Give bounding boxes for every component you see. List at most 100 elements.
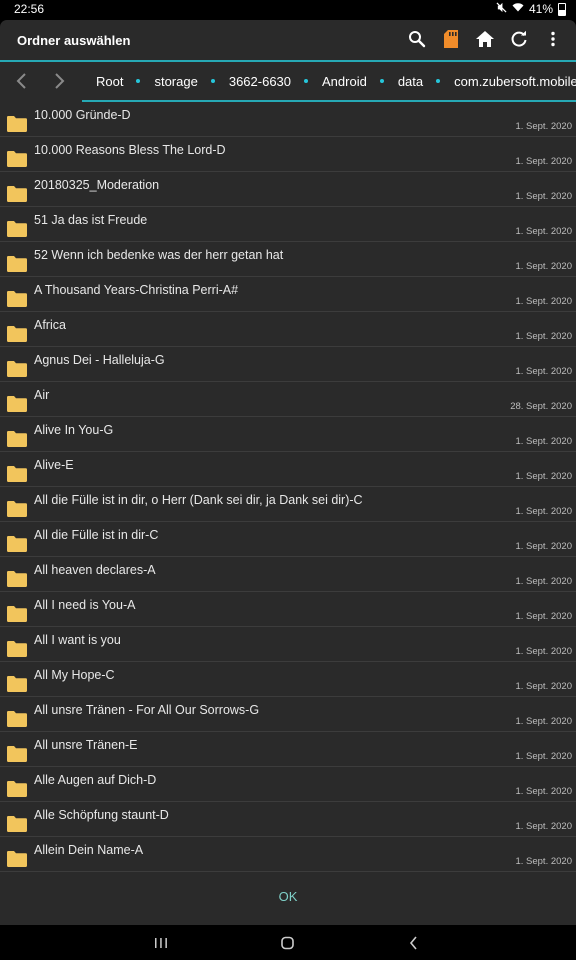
list-item[interactable]: All I want is you 1. Sept. 2020 — [0, 627, 576, 662]
folder-picker-dialog: Ordner auswählen Root storage 3662-6630 … — [0, 20, 576, 925]
list-item[interactable]: Agnus Dei - Halleluja-G 1. Sept. 2020 — [0, 347, 576, 382]
folder-name: 52 Wenn ich bedenke was der herr getan h… — [34, 248, 284, 262]
recent-apps-icon[interactable] — [151, 933, 171, 953]
folder-date: 1. Sept. 2020 — [515, 751, 572, 762]
folder-date: 1. Sept. 2020 — [515, 576, 572, 587]
more-vert-icon[interactable] — [542, 28, 564, 50]
folder-icon — [6, 465, 28, 487]
list-item[interactable]: All heaven declares-A 1. Sept. 2020 — [0, 557, 576, 592]
list-item[interactable]: Africa 1. Sept. 2020 — [0, 312, 576, 347]
folder-icon — [6, 430, 28, 452]
folder-name: All die Fülle ist in dir-C — [34, 528, 159, 542]
list-item[interactable]: All unsre Tränen-E 1. Sept. 2020 — [0, 732, 576, 767]
list-item[interactable]: 10.000 Reasons Bless The Lord-D 1. Sept. … — [0, 137, 576, 172]
folder-icon — [6, 115, 28, 137]
list-item[interactable]: Alive-E 1. Sept. 2020 — [0, 452, 576, 487]
status-time: 22:56 — [14, 2, 45, 16]
back-button-icon[interactable] — [404, 933, 424, 953]
list-item[interactable]: Air 28. Sept. 2020 — [0, 382, 576, 417]
folder-icon — [6, 710, 28, 732]
folder-icon — [6, 535, 28, 557]
list-item[interactable]: All unsre Tränen - For All Our Sorrows-G… — [0, 697, 576, 732]
folder-name: All heaven declares-A — [34, 563, 156, 577]
breadcrumb-sd-card[interactable]: 3662-6630 — [215, 74, 304, 89]
path-bar: Root storage 3662-6630 Android data com.… — [0, 62, 576, 102]
breadcrumb: Root storage 3662-6630 Android data com.… — [82, 62, 576, 102]
folder-icon — [6, 850, 28, 872]
list-item[interactable]: Allein Dein Name-A 1. Sept. 2020 — [0, 837, 576, 872]
folder-date: 1. Sept. 2020 — [515, 191, 572, 202]
breadcrumb-storage[interactable]: storage — [140, 74, 210, 89]
folder-name: All My Hope-C — [34, 668, 115, 682]
folder-icon — [6, 255, 28, 277]
folder-date: 1. Sept. 2020 — [515, 471, 572, 482]
list-item[interactable]: All die Fülle ist in dir-C 1. Sept. 2020 — [0, 522, 576, 557]
folder-icon — [6, 360, 28, 382]
folder-date: 1. Sept. 2020 — [515, 366, 572, 377]
list-item[interactable]: Alive In You-G 1. Sept. 2020 — [0, 417, 576, 452]
list-item[interactable]: All My Hope-C 1. Sept. 2020 — [0, 662, 576, 697]
breadcrumb-android[interactable]: Android — [308, 74, 380, 89]
folder-date: 1. Sept. 2020 — [515, 821, 572, 832]
list-item[interactable]: All die Fülle ist in dir, o Herr (Dank s… — [0, 487, 576, 522]
folder-name: 20180325_Moderation — [34, 178, 160, 192]
folder-date: 1. Sept. 2020 — [515, 786, 572, 797]
folder-icon — [6, 395, 28, 417]
system-nav-bar — [0, 925, 576, 960]
folder-icon — [6, 815, 28, 837]
wifi-icon — [512, 2, 524, 16]
folder-icon — [6, 220, 28, 242]
dialog-header: Ordner auswählen — [0, 20, 576, 60]
folder-date: 1. Sept. 2020 — [515, 156, 572, 167]
folder-date: 1. Sept. 2020 — [515, 856, 572, 867]
folder-date: 1. Sept. 2020 — [515, 541, 572, 552]
list-item[interactable]: 20180325_Moderation 1. Sept. 2020 — [0, 172, 576, 207]
refresh-icon[interactable] — [508, 28, 530, 50]
home-icon[interactable] — [474, 28, 496, 50]
folder-date: 1. Sept. 2020 — [515, 506, 572, 517]
breadcrumb-root[interactable]: Root — [82, 74, 136, 89]
folder-name: Alle Schöpfung staunt-D — [34, 808, 169, 822]
folder-date: 28. Sept. 2020 — [510, 401, 572, 412]
folder-name: Agnus Dei - Halleluja-G — [34, 353, 165, 367]
mute-icon — [496, 2, 507, 16]
list-item[interactable]: Alle Augen auf Dich-D 1. Sept. 2020 — [0, 767, 576, 802]
folder-icon — [6, 640, 28, 662]
folder-name: All I need is You-A — [34, 598, 136, 612]
folder-date: 1. Sept. 2020 — [515, 646, 572, 657]
folder-icon — [6, 780, 28, 802]
forward-arrow-icon[interactable] — [49, 71, 69, 91]
dialog-title: Ordner auswählen — [17, 33, 131, 48]
folder-date: 1. Sept. 2020 — [515, 716, 572, 727]
list-item[interactable]: 52 Wenn ich bedenke was der herr getan h… — [0, 242, 576, 277]
status-bar: 22:56 41% — [0, 0, 576, 18]
folder-date: 1. Sept. 2020 — [515, 261, 572, 272]
list-item[interactable]: All I need is You-A 1. Sept. 2020 — [0, 592, 576, 627]
folder-name: 10.000 Gründe-D — [34, 108, 131, 122]
breadcrumb-app-folder[interactable]: com.zubersoft.mobilesheets — [440, 74, 576, 89]
folder-name: Air — [34, 388, 50, 402]
folder-icon — [6, 570, 28, 592]
folder-icon — [6, 185, 28, 207]
back-arrow-icon[interactable] — [12, 71, 32, 91]
status-icons: 41% — [496, 2, 566, 16]
folder-icon — [6, 675, 28, 697]
folder-name: Alive-E — [34, 458, 74, 472]
folder-icon — [6, 290, 28, 312]
folder-date: 1. Sept. 2020 — [515, 681, 572, 692]
folder-name: Allein Dein Name-A — [34, 843, 144, 857]
home-button-icon[interactable] — [278, 933, 298, 953]
list-item[interactable]: 10.000 Gründe-D 1. Sept. 2020 — [0, 102, 576, 137]
folder-date: 1. Sept. 2020 — [515, 121, 572, 132]
list-item[interactable]: Alle Schöpfung staunt-D 1. Sept. 2020 — [0, 802, 576, 837]
folder-icon — [6, 325, 28, 347]
search-icon[interactable] — [406, 28, 428, 50]
folder-icon — [6, 745, 28, 767]
list-item[interactable]: A Thousand Years-Christina Perri-A# 1. Se… — [0, 277, 576, 312]
sd-card-icon[interactable] — [440, 28, 462, 50]
breadcrumb-data[interactable]: data — [384, 74, 436, 89]
folder-name: All unsre Tränen-E — [34, 738, 138, 752]
list-item[interactable]: 51 Ja das ist Freude 1. Sept. 2020 — [0, 207, 576, 242]
ok-button[interactable]: OK — [268, 889, 308, 911]
folder-icon — [6, 500, 28, 522]
